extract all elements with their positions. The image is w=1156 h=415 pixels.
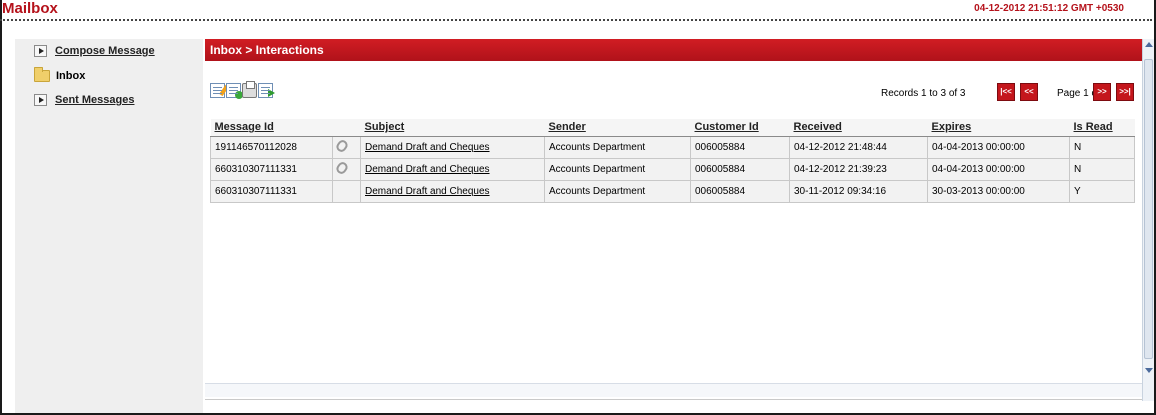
table-row[interactable]: 660310307111331 Demand Draft and Cheques… (210, 157, 1135, 181)
breadcrumb: Inbox > Interactions (205, 39, 1142, 61)
arrow-right-icon (34, 94, 47, 106)
table-row[interactable]: 660310307111331 Demand Draft and Cheques… (210, 179, 1135, 203)
scroll-down-icon[interactable] (1145, 368, 1153, 373)
last-page-button[interactable]: >>| (1116, 83, 1134, 101)
divider (205, 399, 1142, 400)
edit-icon[interactable] (210, 83, 225, 98)
column-header-sender[interactable]: Sender (544, 119, 691, 137)
message-id-cell: 660310307111331 (210, 179, 333, 203)
scroll-thumb[interactable] (1144, 59, 1153, 359)
table-header-row: Message Id Subject Sender Customer Id Re… (210, 119, 1135, 137)
message-id-cell: 191146570112028 (210, 135, 333, 159)
received-cell: 04-12-2012 21:39:23 (789, 157, 928, 181)
print-icon[interactable] (242, 81, 257, 98)
subject-link[interactable]: Demand Draft and Cheques (365, 186, 490, 197)
sidebar-item-label[interactable]: Inbox (56, 70, 85, 82)
column-header-received[interactable]: Received (789, 119, 928, 137)
first-page-button[interactable]: |<< (997, 83, 1015, 101)
subject-cell: Demand Draft and Cheques (360, 157, 545, 181)
messages-table: Message Id Subject Sender Customer Id Re… (210, 119, 1135, 203)
sidebar-item-label[interactable]: Compose Message (55, 45, 155, 57)
breadcrumb-text: Inbox > Interactions (210, 43, 324, 57)
is-read-cell: Y (1069, 179, 1135, 203)
attachment-cell (332, 179, 361, 203)
toolbar (210, 81, 275, 99)
sender-cell: Accounts Department (544, 157, 691, 181)
subject-link[interactable]: Demand Draft and Cheques (365, 142, 490, 153)
paperclip-icon[interactable] (334, 137, 350, 154)
forward-icon[interactable] (258, 83, 275, 98)
top-bar: Mailbox 04-12-2012 21:51:12 GMT +0530 (0, 0, 1152, 21)
expires-cell: 30-03-2013 00:00:00 (927, 179, 1070, 203)
expires-cell: 04-04-2013 00:00:00 (927, 135, 1070, 159)
subject-cell: Demand Draft and Cheques (360, 179, 545, 203)
sidebar-item-sent-messages[interactable]: Sent Messages (34, 94, 134, 106)
message-id-cell: 660310307111331 (210, 157, 333, 181)
sidebar-item-label[interactable]: Sent Messages (55, 94, 134, 106)
sidebar: Compose Message Inbox Sent Messages (15, 39, 203, 413)
new-message-icon[interactable] (226, 83, 243, 99)
sidebar-item-compose-message[interactable]: Compose Message (34, 45, 155, 57)
column-header-subject[interactable]: Subject (360, 119, 545, 137)
app-title: Mailbox (2, 0, 58, 17)
sidebar-item-inbox[interactable]: Inbox (34, 67, 85, 82)
customer-id-cell: 006005884 (690, 135, 790, 159)
column-header-is-read[interactable]: Is Read (1069, 119, 1135, 137)
sender-cell: Accounts Department (544, 179, 691, 203)
column-header-expires[interactable]: Expires (927, 119, 1070, 137)
attachment-cell (332, 135, 361, 159)
attachment-cell (332, 157, 361, 181)
paperclip-icon[interactable] (334, 159, 350, 176)
horizontal-scrollbar[interactable] (205, 383, 1142, 397)
column-header-customer-id[interactable]: Customer Id (690, 119, 790, 137)
is-read-cell: N (1069, 135, 1135, 159)
received-cell: 04-12-2012 21:48:44 (789, 135, 928, 159)
expires-cell: 04-04-2013 00:00:00 (927, 157, 1070, 181)
vertical-scrollbar[interactable] (1142, 39, 1154, 401)
subject-link[interactable]: Demand Draft and Cheques (365, 164, 490, 175)
arrow-right-icon (34, 45, 47, 57)
received-cell: 30-11-2012 09:34:16 (789, 179, 928, 203)
column-header-attachment (332, 119, 361, 137)
customer-id-cell: 006005884 (690, 179, 790, 203)
datetime: 04-12-2012 21:51:12 GMT +0530 (974, 3, 1124, 14)
customer-id-cell: 006005884 (690, 157, 790, 181)
prev-page-button[interactable]: << (1020, 83, 1038, 101)
subject-cell: Demand Draft and Cheques (360, 135, 545, 159)
records-count: Records 1 to 3 of 3 (881, 88, 966, 99)
column-header-message-id[interactable]: Message Id (210, 119, 333, 137)
next-page-button[interactable]: >> (1093, 83, 1111, 101)
main-panel: Inbox > Interactions Records 1 to 3 of 3… (205, 39, 1142, 401)
is-read-cell: N (1069, 157, 1135, 181)
scroll-up-icon[interactable] (1145, 42, 1153, 47)
sender-cell: Accounts Department (544, 135, 691, 159)
folder-icon (34, 67, 50, 82)
table-row[interactable]: 191146570112028 Demand Draft and Cheques… (210, 135, 1135, 159)
